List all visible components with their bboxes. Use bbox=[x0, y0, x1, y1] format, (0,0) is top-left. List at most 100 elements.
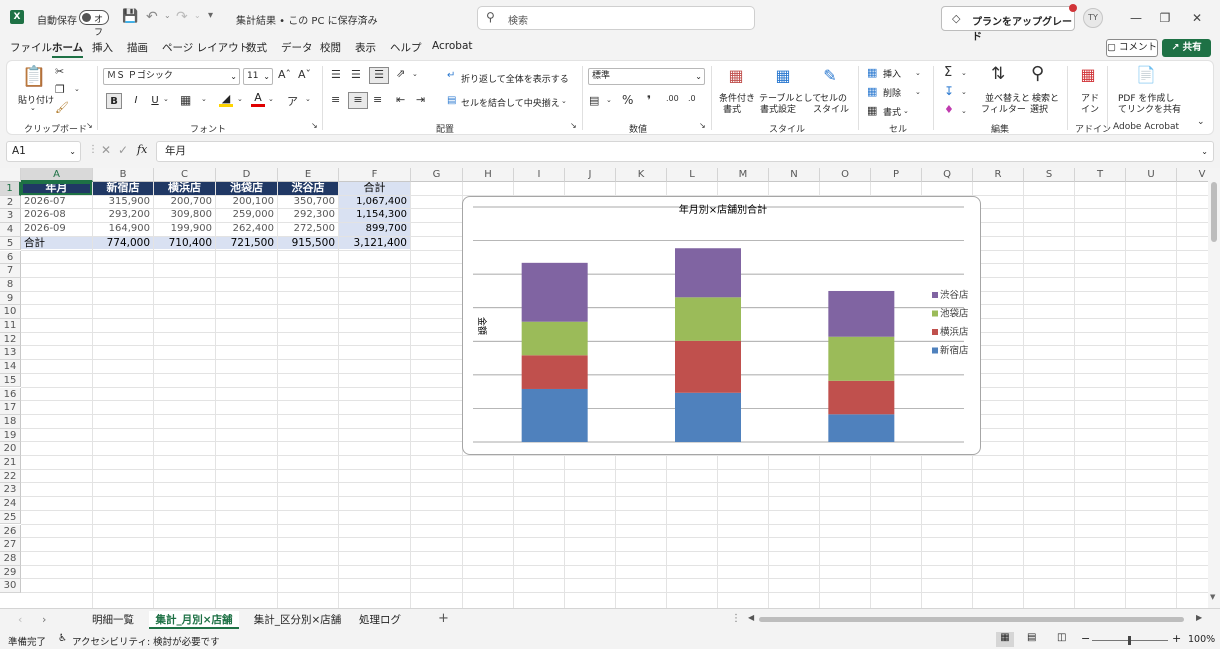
row-header[interactable]: 18 bbox=[0, 414, 21, 429]
autosave-toggle[interactable]: オフ bbox=[79, 10, 109, 38]
table-cell[interactable]: 2026-07 bbox=[21, 196, 92, 209]
total-cell[interactable]: 915,500 bbox=[278, 236, 338, 250]
sheet-next-icon[interactable]: › bbox=[42, 613, 46, 626]
conditional-format-line2[interactable]: 書式 bbox=[723, 102, 741, 115]
header-cell[interactable]: 渋谷店 bbox=[278, 182, 338, 195]
column-header[interactable]: K bbox=[616, 168, 667, 182]
table-cell[interactable]: 1,154,300 bbox=[339, 209, 410, 223]
stacked-bar-chart[interactable]: 年月別×店舗別合計 金額 渋谷店 池袋店 横浜店 新宿店 bbox=[462, 196, 981, 455]
increase-decimal-icon[interactable]: .00 bbox=[666, 94, 679, 103]
row-header[interactable]: 12 bbox=[0, 332, 21, 347]
row-header[interactable]: 22 bbox=[0, 469, 21, 484]
orientation-icon[interactable]: ⇗ bbox=[396, 67, 405, 80]
expand-formula-icon[interactable]: ⌄ bbox=[1201, 142, 1208, 161]
row-header[interactable]: 24 bbox=[0, 497, 21, 511]
delete-dropdown-icon[interactable]: ⌄ bbox=[915, 88, 921, 96]
borders-dropdown-icon[interactable]: ⌄ bbox=[201, 95, 207, 103]
cut-icon[interactable]: ✂ bbox=[55, 65, 64, 78]
row-header[interactable]: 3 bbox=[0, 209, 21, 224]
font-color-dropdown-icon[interactable]: ⌄ bbox=[268, 95, 274, 103]
confirm-entry-icon[interactable]: ✓ bbox=[118, 143, 128, 157]
column-header[interactable]: T bbox=[1075, 168, 1126, 182]
minimize-icon[interactable]: — bbox=[1126, 8, 1146, 28]
select-all-corner[interactable] bbox=[0, 168, 21, 182]
borders-icon[interactable]: ▦ bbox=[180, 93, 191, 107]
header-cell[interactable]: 池袋店 bbox=[216, 182, 277, 195]
tab-draw[interactable]: 描画 bbox=[127, 40, 148, 58]
formula-input[interactable]: 年月 ⌄ bbox=[156, 141, 1214, 162]
row-header[interactable]: 14 bbox=[0, 360, 21, 374]
currency-dropdown-icon[interactable]: ⌄ bbox=[606, 96, 612, 104]
insert-dropdown-icon[interactable]: ⌄ bbox=[915, 69, 921, 77]
column-header[interactable]: S bbox=[1024, 168, 1075, 182]
collapse-ribbon-icon[interactable]: ⌄ bbox=[1197, 117, 1205, 127]
column-header[interactable]: D bbox=[216, 168, 278, 182]
tab-view[interactable]: 表示 bbox=[355, 40, 376, 58]
align-right-icon[interactable]: ≡ bbox=[373, 93, 382, 106]
table-cell[interactable]: 350,700 bbox=[278, 196, 338, 209]
align-center-icon[interactable]: ≡ bbox=[348, 92, 368, 109]
header-cell[interactable]: 新宿店 bbox=[93, 182, 153, 195]
table-cell[interactable]: 262,400 bbox=[216, 223, 277, 236]
wrap-text-button[interactable]: 折り返して全体を表示する bbox=[461, 72, 569, 85]
scroll-right-icon[interactable]: ▶ bbox=[1196, 613, 1202, 622]
table-cell[interactable]: 292,300 bbox=[278, 209, 338, 222]
orientation-dropdown-icon[interactable]: ⌄ bbox=[412, 70, 418, 78]
copy-dropdown-icon[interactable]: ⌄ bbox=[74, 85, 80, 93]
column-header[interactable]: R bbox=[973, 168, 1024, 182]
pdf-share-line2[interactable]: てリンクを共有 bbox=[1118, 102, 1181, 115]
redo-dropdown-icon[interactable]: ⌄ bbox=[194, 11, 201, 20]
tab-acrobat[interactable]: Acrobat bbox=[432, 40, 473, 58]
row-header[interactable]: 19 bbox=[0, 428, 21, 443]
row-header[interactable]: 21 bbox=[0, 456, 21, 470]
row-header[interactable]: 15 bbox=[0, 373, 21, 388]
scroll-left-icon[interactable]: ◀ bbox=[748, 613, 754, 622]
row-header[interactable]: 29 bbox=[0, 565, 21, 580]
undo-dropdown-icon[interactable]: ⌄ bbox=[164, 11, 171, 20]
total-cell[interactable]: 3,121,400 bbox=[339, 236, 410, 250]
more-options-icon[interactable]: ⋮ bbox=[731, 613, 741, 624]
header-cell[interactable]: 年月 bbox=[21, 182, 92, 195]
merge-dropdown-icon[interactable]: ⌄ bbox=[561, 97, 567, 105]
total-cell[interactable]: 774,000 bbox=[93, 236, 153, 250]
row-header[interactable]: 9 bbox=[0, 291, 21, 306]
tab-formulas[interactable]: 数式 bbox=[246, 40, 267, 58]
wrap-text-icon[interactable]: ↵ bbox=[447, 70, 455, 81]
column-header[interactable]: B bbox=[93, 168, 154, 182]
tab-help[interactable]: ヘルプ bbox=[390, 40, 422, 58]
sort-filter-line2[interactable]: フィルター bbox=[981, 102, 1026, 115]
align-left-icon[interactable]: ≡ bbox=[331, 93, 340, 106]
search-box[interactable]: ⚲ 検索 bbox=[477, 6, 755, 30]
autosum-dropdown-icon[interactable]: ⌄ bbox=[961, 69, 967, 77]
row-header[interactable]: 4 bbox=[0, 223, 21, 237]
column-header[interactable]: P bbox=[871, 168, 922, 182]
column-header[interactable]: Q bbox=[922, 168, 973, 182]
page-break-view-icon[interactable]: ◫ bbox=[1057, 632, 1066, 643]
insert-function-button[interactable]: fx bbox=[137, 143, 147, 156]
tab-insert[interactable]: 挿入 bbox=[92, 40, 113, 58]
phonetic-icon[interactable]: ア bbox=[287, 93, 298, 109]
table-cell[interactable]: 200,700 bbox=[154, 196, 215, 209]
column-header[interactable]: A bbox=[21, 168, 93, 182]
addins-line2[interactable]: イン bbox=[1081, 102, 1099, 115]
decrease-indent-icon[interactable]: ⇤ bbox=[396, 93, 405, 106]
row-header[interactable]: 7 bbox=[0, 264, 21, 278]
autosum-icon[interactable]: Σ bbox=[944, 65, 952, 80]
conditional-format-icon[interactable]: ▦ bbox=[724, 66, 748, 86]
share-button[interactable]: ↗ 共有 bbox=[1162, 39, 1211, 57]
number-format-select[interactable]: 標準 ⌄ bbox=[588, 68, 705, 85]
row-header[interactable]: 23 bbox=[0, 483, 21, 498]
currency-icon[interactable]: ▤ bbox=[589, 94, 599, 107]
close-icon[interactable]: ✕ bbox=[1187, 8, 1207, 28]
tab-review[interactable]: 校閲 bbox=[320, 40, 341, 58]
percent-icon[interactable]: % bbox=[622, 93, 633, 107]
font-size-select[interactable]: 11 ⌄ bbox=[243, 68, 273, 85]
document-title[interactable]: 集計結果 • この PC に保存済み bbox=[236, 12, 378, 27]
sheet-tab-detail[interactable]: 明細一覧 bbox=[84, 611, 142, 629]
table-cell[interactable]: 199,900 bbox=[154, 223, 215, 236]
sheet-tab-log[interactable]: 処理ログ bbox=[354, 611, 406, 629]
cell-styles-line2[interactable]: スタイル bbox=[813, 102, 849, 115]
underline-dropdown-icon[interactable]: ⌄ bbox=[163, 95, 169, 103]
column-header[interactable]: C bbox=[154, 168, 216, 182]
total-cell[interactable]: 721,500 bbox=[216, 236, 277, 250]
